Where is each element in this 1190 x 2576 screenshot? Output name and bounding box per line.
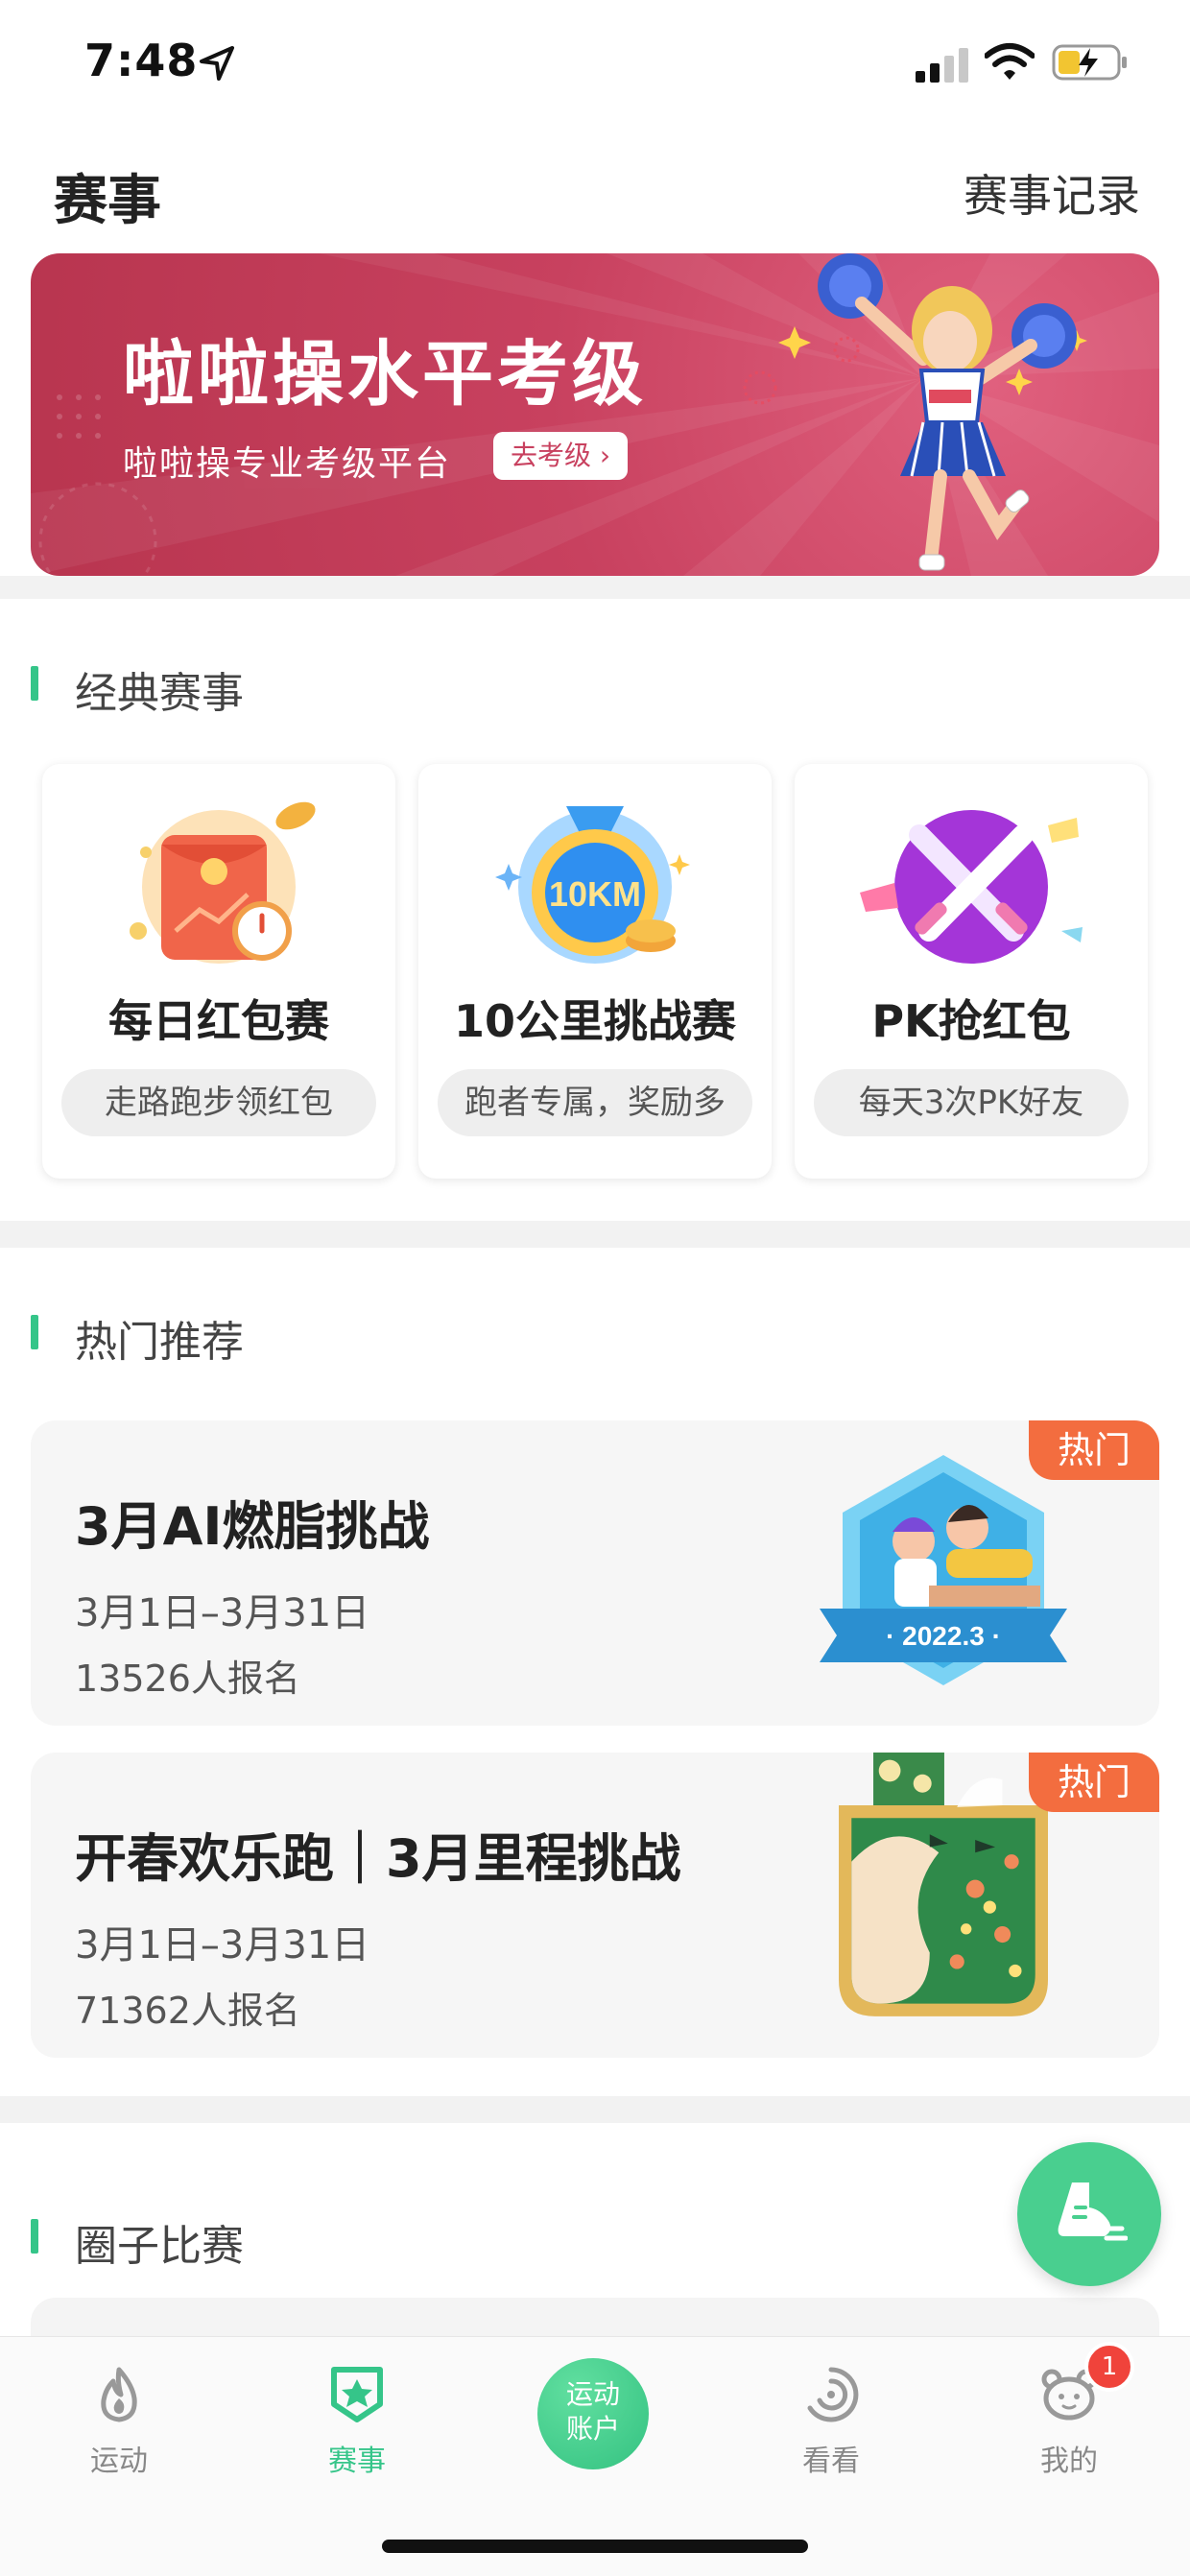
go-exam-button[interactable]: 去考级 › — [493, 432, 628, 480]
card-title: 每日红包赛 — [108, 995, 329, 1047]
hot-recommendations-section: 热门推荐 3月AI燃脂挑战 3月1日–3月31日 13526人报名 · 2022… — [0, 1248, 1190, 2096]
event-card-pk-red-envelope[interactable]: PK抢红包 每天3次PK好友 — [795, 764, 1148, 1179]
start-run-fab[interactable] — [1017, 2142, 1161, 2286]
10km-medal-icon: 10KM — [495, 806, 690, 964]
tab-look[interactable]: 看看 — [754, 2358, 908, 2483]
sport-account-button[interactable]: 运动 账户 — [537, 2358, 649, 2469]
sport-flame-icon — [101, 2367, 137, 2422]
cellular-signal-icon — [916, 48, 968, 83]
ai-challenge-medal-icon: · 2022.3 · — [820, 1455, 1067, 1685]
notification-badge: 1 — [1084, 2342, 1134, 2392]
circle-events-section: 圈子比赛 — [0, 2123, 1190, 2355]
event-card-10km-challenge[interactable]: 10KM 10公里挑战赛 跑者专属，奖励多 — [418, 764, 772, 1179]
hot-tag-badge: 热门 — [1029, 1420, 1159, 1480]
page-header: 赛事 赛事记录 — [0, 134, 1190, 253]
event-card-ai-fat-burn[interactable]: 3月AI燃脂挑战 3月1日–3月31日 13526人报名 · 2022.3 · … — [31, 1420, 1159, 1726]
status-time: 7:48 — [84, 35, 199, 86]
crossed-swords-icon — [860, 810, 1083, 964]
svg-text:· 2022.3 ·: · 2022.3 · — [886, 1621, 1001, 1651]
banner-container: 啦啦操水平考级 啦啦操专业考级平台 去考级 › — [0, 253, 1190, 576]
center-button-line2: 账户 — [565, 2413, 620, 2445]
card-tag: 走路跑步领红包 — [61, 1069, 376, 1136]
banner-title: 啦啦操水平考级 — [123, 333, 647, 416]
event-date: 3月1日–3月31日 — [75, 1923, 370, 1968]
tab-label: 赛事 — [328, 2445, 386, 2478]
section-accent-bar — [31, 666, 38, 701]
promo-banner[interactable]: 啦啦操水平考级 啦啦操专业考级平台 去考级 › — [31, 253, 1159, 576]
center-button-line1: 运动 — [565, 2378, 620, 2410]
tab-label: 我的 — [1040, 2445, 1098, 2478]
event-title: 3月AI燃脂挑战 — [75, 1496, 430, 1557]
card-tag: 跑者专属，奖励多 — [438, 1069, 752, 1136]
section-title: 经典赛事 — [75, 669, 244, 718]
classic-events-section: 经典赛事 每日红包赛 走路跑步领红包 10KM 10公里挑战赛 跑者专属，奖励多… — [0, 599, 1190, 1221]
look-swirl-icon — [807, 2367, 859, 2422]
battery-charging-icon — [1052, 44, 1127, 81]
page-title: 赛事 — [54, 170, 161, 232]
status-bar: 7:48 — [0, 0, 1190, 134]
event-card-daily-red-envelope[interactable]: 每日红包赛 走路跑步领红包 — [42, 764, 395, 1179]
location-arrow-icon — [200, 46, 234, 81]
section-accent-bar — [31, 2219, 38, 2254]
running-shoe-icon — [1058, 2182, 1128, 2241]
home-indicator — [382, 2540, 808, 2553]
card-title: 10公里挑战赛 — [453, 995, 736, 1047]
event-title: 开春欢乐跑｜3月里程挑战 — [75, 1828, 681, 1889]
svg-text:10KM: 10KM — [549, 874, 641, 914]
section-accent-bar — [31, 1315, 38, 1349]
event-card-spring-run[interactable]: 开春欢乐跑｜3月里程挑战 3月1日–3月31日 71362人报名 热门 — [31, 1753, 1159, 2058]
red-envelope-icon — [130, 801, 316, 964]
card-tag: 每天3次PK好友 — [814, 1069, 1129, 1136]
wifi-icon — [985, 43, 1035, 80]
tab-label: 运动 — [90, 2445, 148, 2478]
tab-events[interactable]: 赛事 — [280, 2358, 434, 2483]
event-signup-count: 13526人报名 — [75, 1658, 300, 1700]
event-badge-icon — [331, 2367, 383, 2422]
hot-tag-badge: 热门 — [1029, 1753, 1159, 1812]
event-records-link[interactable]: 赛事记录 — [964, 161, 1140, 225]
event-signup-count: 71362人报名 — [75, 1990, 300, 2032]
banner-subtitle: 啦啦操专业考级平台 — [123, 444, 452, 484]
section-title: 圈子比赛 — [75, 2222, 244, 2271]
tab-label: 看看 — [802, 2445, 860, 2478]
event-date: 3月1日–3月31日 — [75, 1591, 370, 1635]
section-title: 热门推荐 — [75, 1318, 244, 1367]
card-title: PK抢红包 — [871, 995, 1071, 1047]
cheerleader-illustration — [818, 253, 1077, 571]
tab-sport[interactable]: 运动 — [42, 2358, 196, 2483]
